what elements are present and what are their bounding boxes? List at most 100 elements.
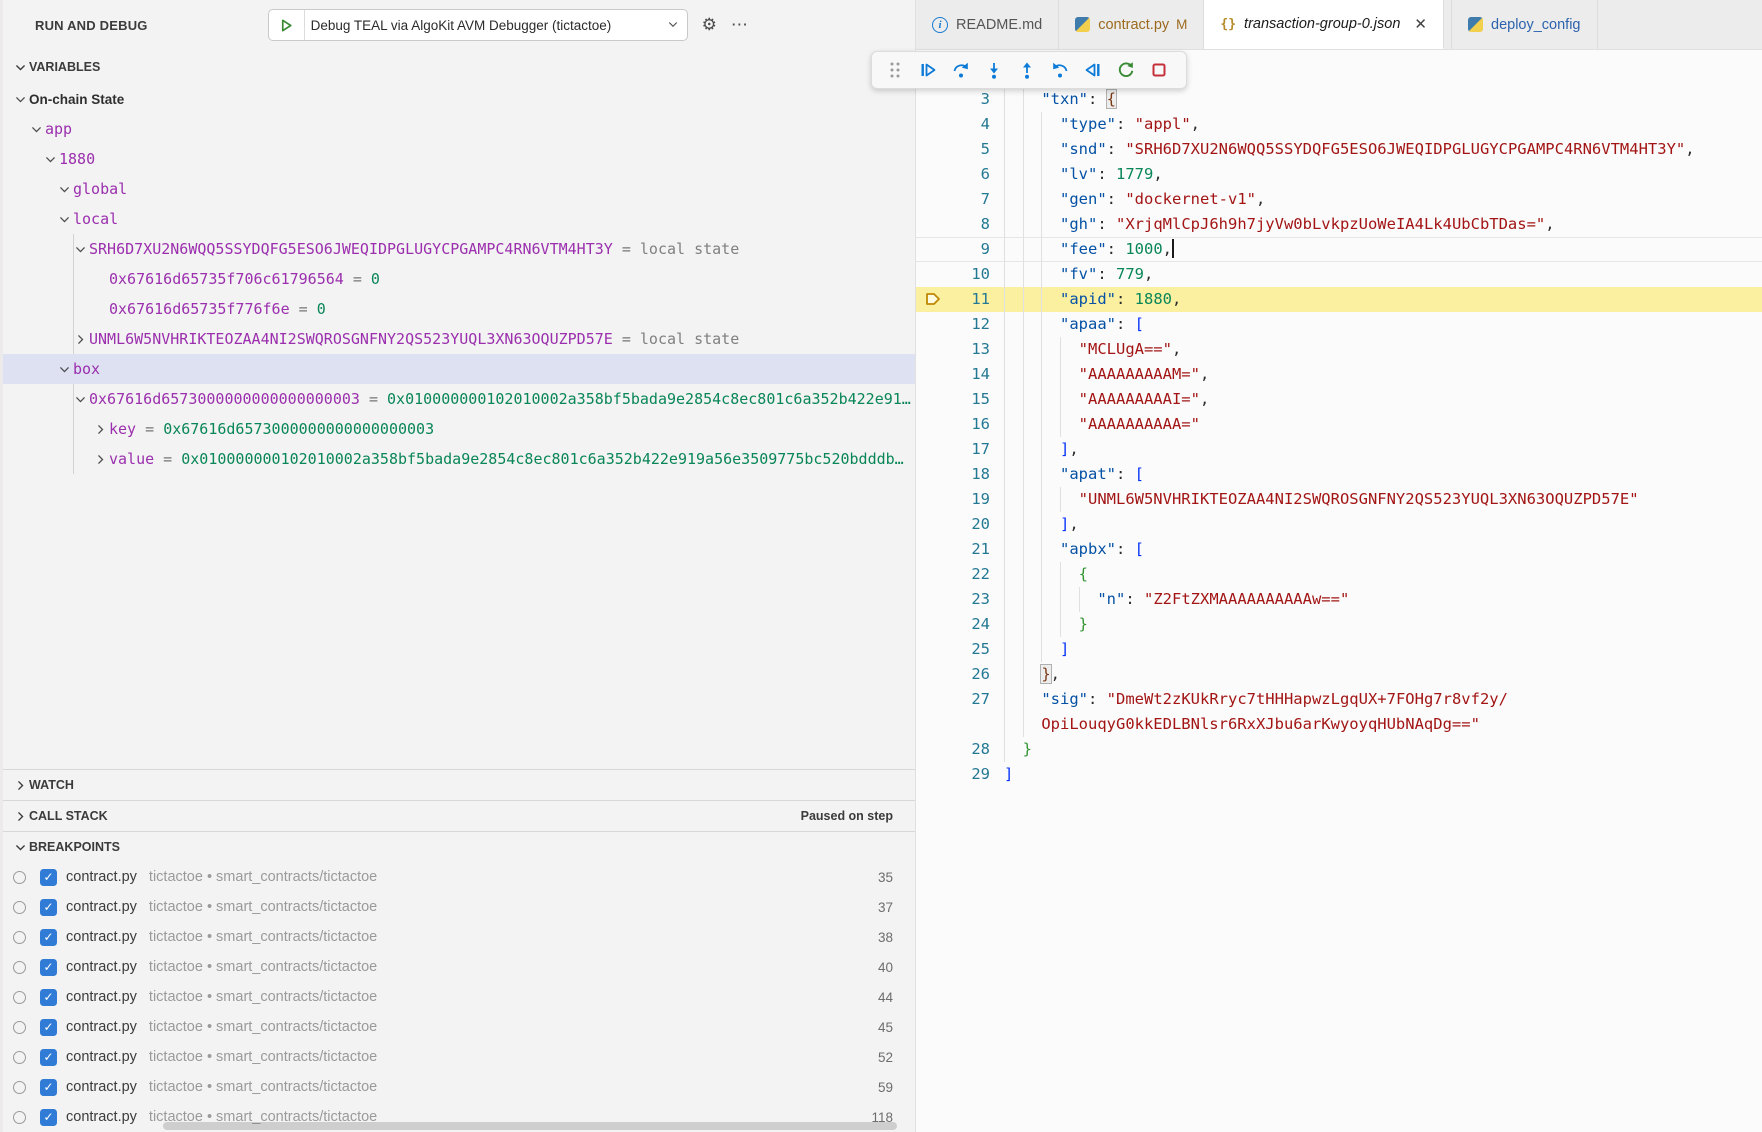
- more-actions-icon[interactable]: ⋯: [731, 15, 748, 35]
- tab-readme-md[interactable]: iREADME.md: [916, 0, 1059, 49]
- breakpoint-row[interactable]: ✓contract.pytictactoe • smart_contracts/…: [3, 862, 915, 892]
- tab-deploy-config[interactable]: deploy_config: [1452, 0, 1598, 49]
- code-line-25[interactable]: 25 ]: [916, 637, 1762, 662]
- run-and-debug-header: RUN AND DEBUG Debug TEAL via AlgoKit AVM…: [3, 0, 915, 50]
- tab-contract-py[interactable]: contract.pyM: [1059, 0, 1204, 49]
- call-stack-section-header[interactable]: CALL STACK Paused on step: [3, 800, 915, 831]
- code-line-27[interactable]: 27 "sig": "DmeWt2zKUkRryc7tHHHapwzLgqUX+…: [916, 687, 1762, 737]
- reverse-continue-button[interactable]: [1076, 55, 1109, 85]
- code-line-18[interactable]: 18 "apat": [: [916, 462, 1762, 487]
- code-line-26[interactable]: 26 },: [916, 662, 1762, 687]
- breakpoint-row[interactable]: ✓contract.pytictactoe • smart_contracts/…: [3, 1072, 915, 1102]
- code-line-6[interactable]: 6 "lv": 1779,: [916, 162, 1762, 187]
- chevron-down-icon[interactable]: [41, 153, 59, 166]
- breakpoint-row[interactable]: ✓contract.pytictactoe • smart_contracts/…: [3, 982, 915, 1012]
- code-line-12[interactable]: 12 "apaa": [: [916, 312, 1762, 337]
- tree-row[interactable]: UNML6W5NVHRIKTEOZAA4NI2SWQROSGNFNY2QS523…: [3, 324, 915, 354]
- variable-name: app: [45, 120, 72, 138]
- code-line-4[interactable]: 4 "type": "appl",: [916, 112, 1762, 137]
- line-number: 9: [916, 237, 990, 262]
- json-punctuation: [1004, 565, 1079, 583]
- breakpoints-section-header[interactable]: BREAKPOINTS: [3, 831, 915, 862]
- variables-section-header[interactable]: VARIABLES: [3, 50, 915, 84]
- code-line-15[interactable]: 15 "AAAAAAAAAI=",: [916, 387, 1762, 412]
- tree-row[interactable]: local: [3, 204, 915, 234]
- code-line-29[interactable]: 29]: [916, 762, 1762, 787]
- breakpoint-row[interactable]: ✓contract.pytictactoe • smart_contracts/…: [3, 922, 915, 952]
- debug-config-dropdown[interactable]: Debug TEAL via AlgoKit AVM Debugger (tic…: [268, 9, 688, 41]
- breakpoint-checkbox[interactable]: ✓: [40, 1079, 57, 1096]
- chevron-down-icon[interactable]: [55, 213, 73, 226]
- code-area[interactable]: 2 {3 "txn": {4 "type": "appl",5 "snd": "…: [916, 62, 1762, 787]
- code-line-9[interactable]: 9 "fee": 1000,: [916, 237, 1762, 262]
- code-line-11[interactable]: 11 "apid": 1880,: [916, 287, 1762, 312]
- code-line-3[interactable]: 3 "txn": {: [916, 87, 1762, 112]
- json-string-value: OpiLouqyG0kkEDLBNlsr6RxXJbu6arKwyoyqHUbN…: [1041, 715, 1480, 733]
- tree-row[interactable]: 0x67616d6573000000000000000003 = 0x01000…: [3, 384, 915, 414]
- code-line-24[interactable]: 24 }: [916, 612, 1762, 637]
- code-line-14[interactable]: 14 "AAAAAAAAAM=",: [916, 362, 1762, 387]
- chevron-down-icon[interactable]: [11, 93, 29, 106]
- code-line-16[interactable]: 16 "AAAAAAAAAA=": [916, 412, 1762, 437]
- step-out-button[interactable]: [1010, 55, 1043, 85]
- code-text: },: [1004, 662, 1060, 687]
- chevron-right-icon[interactable]: [91, 423, 109, 436]
- tree-row[interactable]: global: [3, 174, 915, 204]
- gear-icon[interactable]: ⚙: [702, 15, 717, 35]
- code-line-13[interactable]: 13 "MCLUgA==",: [916, 337, 1762, 362]
- start-debug-button[interactable]: [269, 10, 305, 40]
- breakpoint-checkbox[interactable]: ✓: [40, 929, 57, 946]
- breakpoint-checkbox[interactable]: ✓: [40, 1019, 57, 1036]
- code-line-20[interactable]: 20 ],: [916, 512, 1762, 537]
- code-line-19[interactable]: 19 "UNML6W5NVHRIKTEOZAA4NI2SWQROSGNFNY2Q…: [916, 487, 1762, 512]
- restart-button[interactable]: [1109, 55, 1142, 85]
- step-back-button[interactable]: [1043, 55, 1076, 85]
- breakpoint-checkbox[interactable]: ✓: [40, 899, 57, 916]
- breakpoint-checkbox[interactable]: ✓: [40, 869, 57, 886]
- tab-transaction-group-0-json[interactable]: {}transaction-group-0.json✕: [1204, 0, 1444, 49]
- breakpoint-checkbox[interactable]: ✓: [40, 1109, 57, 1126]
- tree-row[interactable]: 1880: [3, 144, 915, 174]
- json-string-value: "AAAAAAAAAM=": [1079, 365, 1200, 383]
- breakpoint-circle-icon: [13, 1081, 26, 1094]
- variable-name: 0x67616d65735f776f6e: [109, 300, 290, 318]
- step-over-button[interactable]: [944, 55, 977, 85]
- breakpoint-row[interactable]: ✓contract.pytictactoe • smart_contracts/…: [3, 892, 915, 922]
- breakpoint-row[interactable]: ✓contract.pytictactoe • smart_contracts/…: [3, 1012, 915, 1042]
- code-line-28[interactable]: 28 }: [916, 737, 1762, 762]
- step-into-button[interactable]: [977, 55, 1010, 85]
- chevron-down-icon[interactable]: [27, 123, 45, 136]
- watch-section-header[interactable]: WATCH: [3, 769, 915, 800]
- tree-row[interactable]: 0x67616d65735f706c61796564 = 0: [3, 264, 915, 294]
- json-editor[interactable]: 2 {3 "txn": {4 "type": "appl",5 "snd": "…: [916, 50, 1762, 1132]
- horizontal-scrollbar[interactable]: [163, 1122, 897, 1130]
- tree-row[interactable]: app: [3, 114, 915, 144]
- code-line-10[interactable]: 10 "fv": 779,: [916, 262, 1762, 287]
- breakpoint-checkbox[interactable]: ✓: [40, 1049, 57, 1066]
- code-line-8[interactable]: 8 "gh": "XrjqMlCpJ6h9h7jyVw0bLvkpzUoWeIA…: [916, 212, 1762, 237]
- tree-row[interactable]: value = 0x010000000102010002a358bf5bada9…: [3, 444, 915, 474]
- breakpoint-row[interactable]: ✓contract.pytictactoe • smart_contracts/…: [3, 952, 915, 982]
- tree-row[interactable]: On-chain State: [3, 84, 915, 114]
- code-line-23[interactable]: 23 "n": "Z2FtZXMAAAAAAAAAAw==": [916, 587, 1762, 612]
- close-icon[interactable]: ✕: [1414, 15, 1427, 33]
- tree-row[interactable]: key = 0x67616d6573000000000000000003: [3, 414, 915, 444]
- code-line-17[interactable]: 17 ],: [916, 437, 1762, 462]
- chevron-down-icon[interactable]: [55, 183, 73, 196]
- code-line-7[interactable]: 7 "gen": "dockernet-v1",: [916, 187, 1762, 212]
- tree-row[interactable]: SRH6D7XU2N6WQQ5SSYDQFG5ESO6JWEQIDPGLUGYC…: [3, 234, 915, 264]
- tree-row[interactable]: box: [3, 354, 915, 384]
- json-punctuation: :: [1125, 590, 1144, 608]
- variable-value: =: [344, 270, 371, 288]
- continue-button[interactable]: [911, 55, 944, 85]
- code-line-21[interactable]: 21 "apbx": [: [916, 537, 1762, 562]
- breakpoint-checkbox[interactable]: ✓: [40, 989, 57, 1006]
- chevron-down-icon[interactable]: [55, 363, 73, 376]
- chevron-right-icon[interactable]: [91, 453, 109, 466]
- breakpoint-checkbox[interactable]: ✓: [40, 959, 57, 976]
- breakpoint-row[interactable]: ✓contract.pytictactoe • smart_contracts/…: [3, 1042, 915, 1072]
- code-line-5[interactable]: 5 "snd": "SRH6D7XU2N6WQQ5SSYDQFG5ESO6JWE…: [916, 137, 1762, 162]
- stop-button[interactable]: [1142, 55, 1175, 85]
- tree-row[interactable]: 0x67616d65735f776f6e = 0: [3, 294, 915, 324]
- code-line-22[interactable]: 22 {: [916, 562, 1762, 587]
